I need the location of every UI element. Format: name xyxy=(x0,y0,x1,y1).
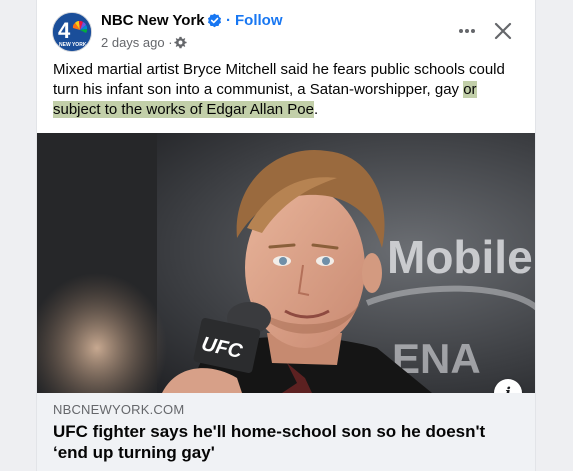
more-options-icon[interactable] xyxy=(454,18,480,44)
post-timestamp[interactable]: 2 days ago · xyxy=(101,35,173,50)
link-domain: NBCNEWYORK.COM xyxy=(53,402,185,417)
link-preview[interactable]: NBCNEWYORK.COM UFC fighter says he'll ho… xyxy=(37,393,535,471)
post-card: 4 NEW YORK NBC New York · Follow 2 days … xyxy=(36,0,536,471)
article-image[interactable]: Mobile ENA UFC i xyxy=(37,133,535,393)
follow-button[interactable]: Follow xyxy=(235,12,283,29)
svg-text:NEW YORK: NEW YORK xyxy=(59,42,87,48)
post-message-end: . xyxy=(313,101,319,118)
gear-icon xyxy=(174,36,187,49)
sign-text-mobile: Mobile xyxy=(387,231,533,283)
post-message: Mixed martial artist Bryce Mitchell said… xyxy=(53,60,525,120)
fighter-photo: Mobile ENA UFC xyxy=(37,133,535,393)
link-headline[interactable]: UFC fighter says he'll home-school son s… xyxy=(53,421,513,463)
nbc-logo-icon: 4 NEW YORK xyxy=(53,13,91,51)
page-avatar[interactable]: 4 NEW YORK xyxy=(52,12,92,52)
post-header: 4 NEW YORK NBC New York · Follow 2 days … xyxy=(37,0,535,58)
post-message-text: Mixed martial artist Bryce Mitchell said… xyxy=(53,61,505,98)
verified-badge-icon xyxy=(207,13,222,28)
header-separator: · xyxy=(226,12,231,29)
page-name[interactable]: NBC New York xyxy=(101,12,205,29)
close-icon[interactable] xyxy=(490,18,516,44)
svg-text:4: 4 xyxy=(58,18,71,43)
